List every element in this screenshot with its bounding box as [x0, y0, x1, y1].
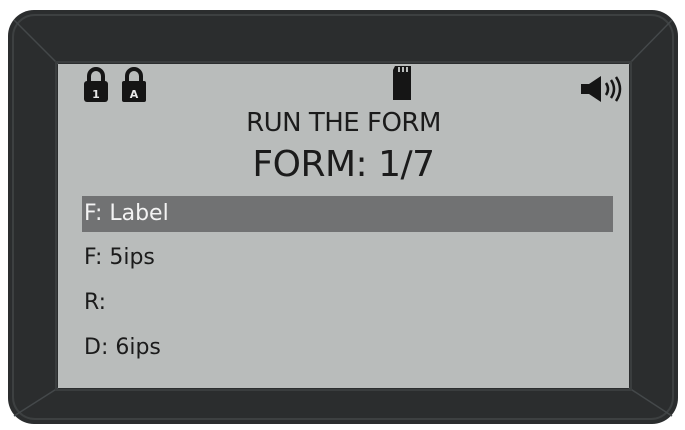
menu-item-label[interactable]: F: Label	[82, 196, 613, 232]
lock-icon: A	[122, 67, 146, 102]
form-counter: FORM: 1/7	[252, 144, 435, 185]
lock-icon: 1	[84, 67, 108, 102]
menu-item-r[interactable]: R:	[82, 285, 613, 321]
sd-card-icon	[393, 66, 411, 100]
screen-title: RUN THE FORM	[246, 108, 441, 138]
menu-item-speed-f[interactable]: F: 5ips	[82, 240, 613, 276]
speaker-icon	[581, 76, 622, 102]
display-screen: 1 A RUN THE FORM FORM: 1/7 F: Label F: 5…	[58, 64, 629, 388]
menu-item-speed-d[interactable]: D: 6ips	[82, 330, 613, 366]
lock-badge-numeric: 1	[92, 88, 100, 101]
lock-badge-alpha: A	[130, 88, 139, 101]
